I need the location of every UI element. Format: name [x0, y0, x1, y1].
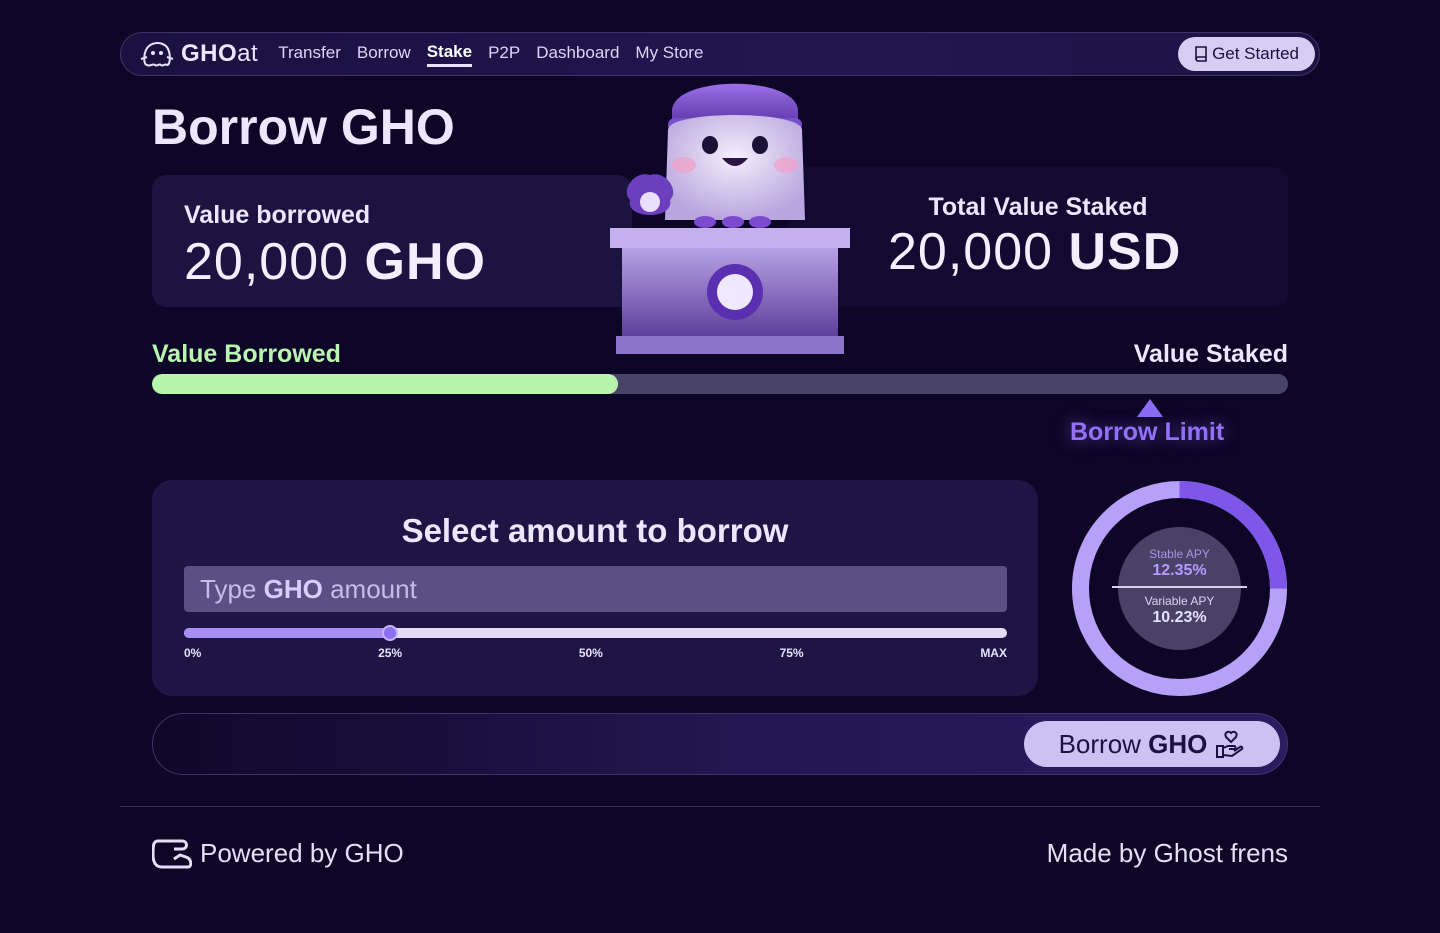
value-borrowed-card: Value borrowed 20,000 GHO: [152, 175, 632, 307]
borrow-limit-label: Borrow Limit: [1070, 418, 1225, 446]
select-amount-title: Select amount to borrow: [401, 512, 789, 549]
stable-apy-value: 12.35%: [1152, 562, 1207, 579]
nav-link-borrow[interactable]: Borrow: [357, 43, 411, 65]
value-borrowed-amount: 20,000 GHO: [184, 233, 486, 291]
nav-link-p2p[interactable]: P2P: [488, 43, 520, 65]
brand-logo[interactable]: GHOat: [139, 39, 258, 69]
total-value-staked-label: Total Value Staked: [928, 193, 1148, 221]
tick-50[interactable]: 50%: [579, 646, 603, 660]
hand-heart-icon: [1216, 730, 1244, 758]
nav-link-dashboard[interactable]: Dashboard: [536, 43, 619, 65]
tick-0[interactable]: 0%: [184, 646, 201, 660]
ghost-mascot-illustration: [610, 83, 850, 354]
page-title: Borrow GHO: [152, 99, 455, 155]
gho-amount-input[interactable]: Type GHO amount: [184, 566, 1007, 612]
apy-divider: [1112, 586, 1247, 588]
tick-75[interactable]: 75%: [780, 646, 804, 660]
ghost-logo-icon: [140, 42, 174, 67]
total-value-staked-card: Total Value Staked 20,000 USD: [788, 167, 1288, 307]
powered-by: Powered by GHO: [152, 838, 404, 869]
nav-links: Transfer Borrow Stake P2P Dashboard My S…: [278, 42, 703, 67]
get-started-label: Get Started: [1212, 44, 1299, 63]
select-amount-card: Select amount to borrow Type GHO amount …: [152, 480, 1038, 696]
nav-link-stake[interactable]: Stake: [426, 42, 473, 67]
value-borrowed-label: Value borrowed: [184, 201, 371, 229]
borrow-gho-button[interactable]: Borrow GHO: [1024, 721, 1280, 767]
gho-logo-icon: [152, 839, 192, 868]
nav-link-my-store[interactable]: My Store: [635, 43, 703, 65]
total-value-staked-amount: 20,000 USD: [888, 223, 1182, 281]
amount-slider[interactable]: [184, 625, 1007, 641]
apy-center: Stable APY 12.35% Variable APY 10.23%: [1112, 527, 1247, 650]
nav-link-transfer[interactable]: Transfer: [278, 43, 341, 65]
amount-slider-thumb[interactable]: [381, 625, 398, 641]
powered-by-label: Powered by GHO: [200, 838, 404, 868]
get-started-button[interactable]: Get Started: [1178, 37, 1315, 71]
apy-ring: Stable APY 12.35% Variable APY 10.23%: [1071, 480, 1288, 697]
amount-slider-fill: [184, 628, 390, 638]
stable-apy-label: Stable APY: [1149, 547, 1210, 561]
value-borrowed-bar-label: Value Borrowed: [152, 340, 341, 368]
tick-25[interactable]: 25%: [378, 646, 402, 660]
footer-divider: [120, 806, 1320, 807]
brand-name: GHOat: [181, 40, 259, 67]
slider-ticks: 0% 25% 50% 75% MAX: [184, 646, 1007, 660]
variable-apy-value: 10.23%: [1152, 609, 1207, 626]
borrow-gho-label: Borrow GHO: [1058, 728, 1208, 759]
borrow-action-bar: Borrow GHO: [152, 713, 1288, 775]
borrow-progress-bar: [152, 374, 1288, 394]
value-staked-bar-label: Value Staked: [1133, 340, 1288, 368]
variable-apy-label: Variable APY: [1144, 594, 1215, 608]
book-icon: [1195, 46, 1207, 62]
tick-max[interactable]: MAX: [980, 646, 1007, 660]
made-by-label: Made by Ghost frens: [1046, 838, 1288, 868]
borrow-limit-marker-icon: [1137, 399, 1163, 417]
borrow-progress-fill: [152, 374, 618, 394]
